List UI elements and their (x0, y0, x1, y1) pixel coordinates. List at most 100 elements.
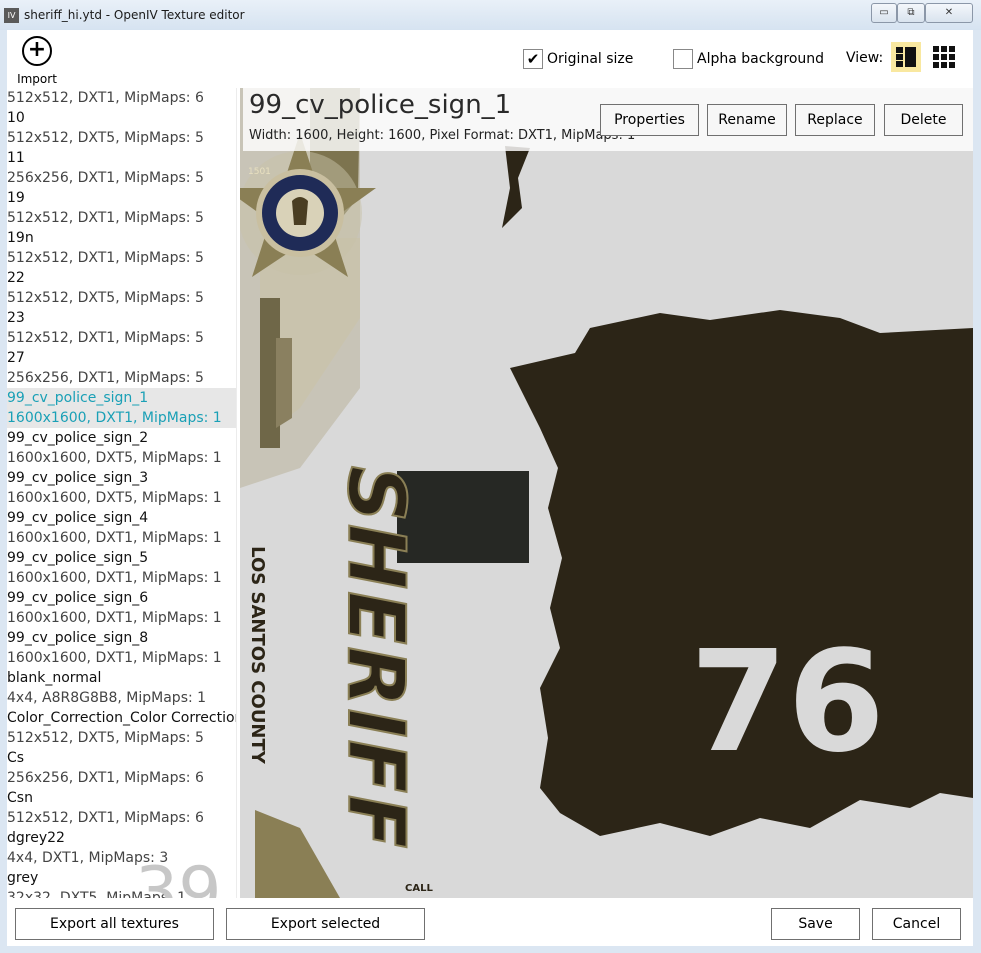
texture-list-item[interactable]: Cs 256x256, DXT1, MipMaps: 6 (7, 748, 236, 788)
texture-item-info: 256x256, DXT1, MipMaps: 6 (7, 770, 204, 786)
texture-item-info: 1600x1600, DXT1, MipMaps: 1 (7, 530, 222, 546)
texture-item-name: 99_cv_police_sign_5 (7, 550, 149, 566)
editor-client-area: + Import ✔ Original size Alpha backgroun… (7, 30, 973, 946)
single-view-button[interactable] (891, 42, 921, 72)
texture-item-info: 512x512, DXT1, MipMaps: 6 (7, 90, 204, 106)
texture-item-name: 27 (7, 350, 25, 366)
import-button[interactable]: + Import (15, 36, 59, 86)
texture-item-name: 22 (7, 270, 25, 286)
texture-list-item[interactable]: 11 256x256, DXT1, MipMaps: 5 (7, 148, 236, 188)
texture-count: 39 (135, 853, 222, 898)
window-title: sheriff_hi.ytd - OpenIV Texture editor (24, 8, 245, 22)
export-all-button[interactable]: Export all textures (15, 908, 214, 940)
texture-list-item[interactable]: 19 512x512, DXT1, MipMaps: 5 (7, 188, 236, 228)
texture-list-item[interactable]: Color_Correction_Color Correction 512x512… (7, 708, 236, 748)
replace-button[interactable]: Replace (795, 104, 875, 136)
texture-list-item[interactable]: 99_cv_police_sign_6 1600x1600, DXT1, MipM… (7, 588, 236, 628)
add-circle-icon: + (22, 36, 52, 66)
close-icon: ✕ (944, 7, 954, 18)
rename-button[interactable]: Rename (707, 104, 787, 136)
texture-item-name: 19n (7, 230, 34, 246)
texture-item-info: 512x512, DXT1, MipMaps: 6 (7, 810, 204, 826)
texture-item-info: 256x256, DXT1, MipMaps: 5 (7, 370, 204, 386)
title-bar: IV sheriff_hi.ytd - OpenIV Texture edito… (0, 0, 981, 30)
texture-list-item[interactable]: 99_cv_police_sign_8 1600x1600, DXT1, MipM… (7, 628, 236, 668)
texture-item-info: 512x512, DXT5, MipMaps: 5 (7, 290, 204, 306)
texture-list-item[interactable]: 19n 512x512, DXT1, MipMaps: 5 (7, 228, 236, 268)
texture-item-info: 512x512, DXT5, MipMaps: 5 (7, 730, 204, 746)
check-mark-icon: ✔ (526, 50, 540, 68)
texture-item-info: 4x4, A8R8G8B8, MipMaps: 1 (7, 690, 207, 706)
single-view-icon (896, 47, 916, 67)
alpha-background-label: Alpha background (697, 51, 825, 67)
texture-item-info: 512x512, DXT1, MipMaps: 5 (7, 210, 204, 226)
texture-list-item[interactable]: 99_cv_police_sign_1 1600x1600, DXT1, MipM… (7, 388, 236, 428)
minimize-icon: ▭ (879, 7, 889, 18)
texture-preview: 1501 SHERIFF LOS SANTOS COUNTY 76 CALL (240, 88, 973, 898)
texture-item-name: 10 (7, 110, 25, 126)
texture-item-name: 23 (7, 310, 25, 326)
texture-list-item[interactable]: 22 512x512, DXT5, MipMaps: 5 (7, 268, 236, 308)
county-vertical-text: LOS SANTOS COUNTY (247, 546, 268, 764)
texture-item-name: 99_cv_police_sign_4 (7, 510, 149, 526)
texture-list-item[interactable]: 10 512x512, DXT5, MipMaps: 5 (7, 108, 236, 148)
texture-item-name: 11 (7, 150, 25, 166)
texture-list-item[interactable]: 512x512, DXT1, MipMaps: 6 (7, 88, 236, 108)
texture-list-item[interactable]: Csn 512x512, DXT1, MipMaps: 6 (7, 788, 236, 828)
texture-item-name: blank_normal (7, 670, 102, 686)
texture-item-name: dgrey22 (7, 830, 65, 846)
export-selected-button[interactable]: Export selected (226, 908, 425, 940)
texture-item-info: 1600x1600, DXT1, MipMaps: 1 (7, 570, 222, 586)
alpha-background-checkbox[interactable]: Alpha background (673, 49, 824, 69)
checkbox-box: ✔ (523, 49, 543, 69)
minimize-button[interactable]: ▭ (871, 3, 897, 23)
texture-list-item[interactable]: 99_cv_police_sign_2 1600x1600, DXT5, MipM… (7, 428, 236, 468)
app-icon: IV (4, 8, 19, 23)
call-text: CALL (405, 883, 433, 894)
texture-list[interactable]: 512x512, DXT1, MipMaps: 6 10 512x512, DXT5… (7, 88, 237, 898)
texture-list-item[interactable]: 99_cv_police_sign_3 1600x1600, DXT5, MipM… (7, 468, 236, 508)
texture-item-name: Cs (7, 750, 25, 766)
grid-view-icon (933, 46, 955, 68)
original-size-label: Original size (547, 51, 634, 67)
texture-item-name: 99_cv_police_sign_2 (7, 430, 149, 446)
texture-title: 99_cv_police_sign_1 (249, 90, 512, 120)
texture-list-item[interactable]: blank_normal 4x4, A8R8G8B8, MipMaps: 1 (7, 668, 236, 708)
close-button[interactable]: ✕ (925, 3, 973, 23)
grid-view-button[interactable] (929, 42, 959, 72)
save-button[interactable]: Save (771, 908, 860, 940)
texture-item-info: 1600x1600, DXT1, MipMaps: 1 (7, 610, 222, 626)
delete-button[interactable]: Delete (884, 104, 963, 136)
texture-list-items: 512x512, DXT1, MipMaps: 6 10 512x512, DXT5… (7, 88, 236, 898)
texture-details: Width: 1600, Height: 1600, Pixel Format:… (249, 128, 636, 143)
view-label: View: (846, 50, 884, 66)
texture-list-item[interactable]: 23 512x512, DXT1, MipMaps: 5 (7, 308, 236, 348)
texture-item-name: Color_Correction_Color Correction (7, 710, 237, 726)
texture-item-name: Csn (7, 790, 33, 806)
texture-item-info: 512x512, DXT5, MipMaps: 5 (7, 130, 204, 146)
maximize-icon: ⧉ (907, 7, 915, 18)
properties-button[interactable]: Properties (600, 104, 699, 136)
texture-item-info: 512x512, DXT1, MipMaps: 5 (7, 250, 204, 266)
cancel-button[interactable]: Cancel (872, 908, 961, 940)
texture-item-name: 99_cv_police_sign_3 (7, 470, 149, 486)
original-size-checkbox[interactable]: ✔ Original size (523, 49, 633, 69)
texture-list-item[interactable]: 99_cv_police_sign_4 1600x1600, DXT1, MipM… (7, 508, 236, 548)
unit-number-text: 76 (690, 621, 885, 784)
texture-item-info: 1600x1600, DXT5, MipMaps: 1 (7, 490, 222, 506)
svg-text:1501: 1501 (248, 167, 271, 177)
texture-item-info: 256x256, DXT1, MipMaps: 5 (7, 170, 204, 186)
texture-item-name: 99_cv_police_sign_8 (7, 630, 149, 646)
maximize-button[interactable]: ⧉ (897, 3, 925, 23)
texture-item-name: 99_cv_police_sign_1 (7, 390, 149, 406)
checkbox-box (673, 49, 693, 69)
texture-info-header: 99_cv_police_sign_1 Width: 1600, Height:… (243, 88, 973, 151)
texture-list-item[interactable]: 27 256x256, DXT1, MipMaps: 5 (7, 348, 236, 388)
texture-item-info: 1600x1600, DXT1, MipMaps: 1 (7, 650, 222, 666)
texture-item-info: 512x512, DXT1, MipMaps: 5 (7, 330, 204, 346)
texture-item-name: 99_cv_police_sign_6 (7, 590, 149, 606)
texture-list-item[interactable]: 99_cv_police_sign_5 1600x1600, DXT1, MipM… (7, 548, 236, 588)
texture-item-info: 1600x1600, DXT1, MipMaps: 1 (7, 410, 222, 426)
texture-item-info: 1600x1600, DXT5, MipMaps: 1 (7, 450, 222, 466)
bottom-bar: Export all textures Export selected Save… (7, 898, 973, 946)
